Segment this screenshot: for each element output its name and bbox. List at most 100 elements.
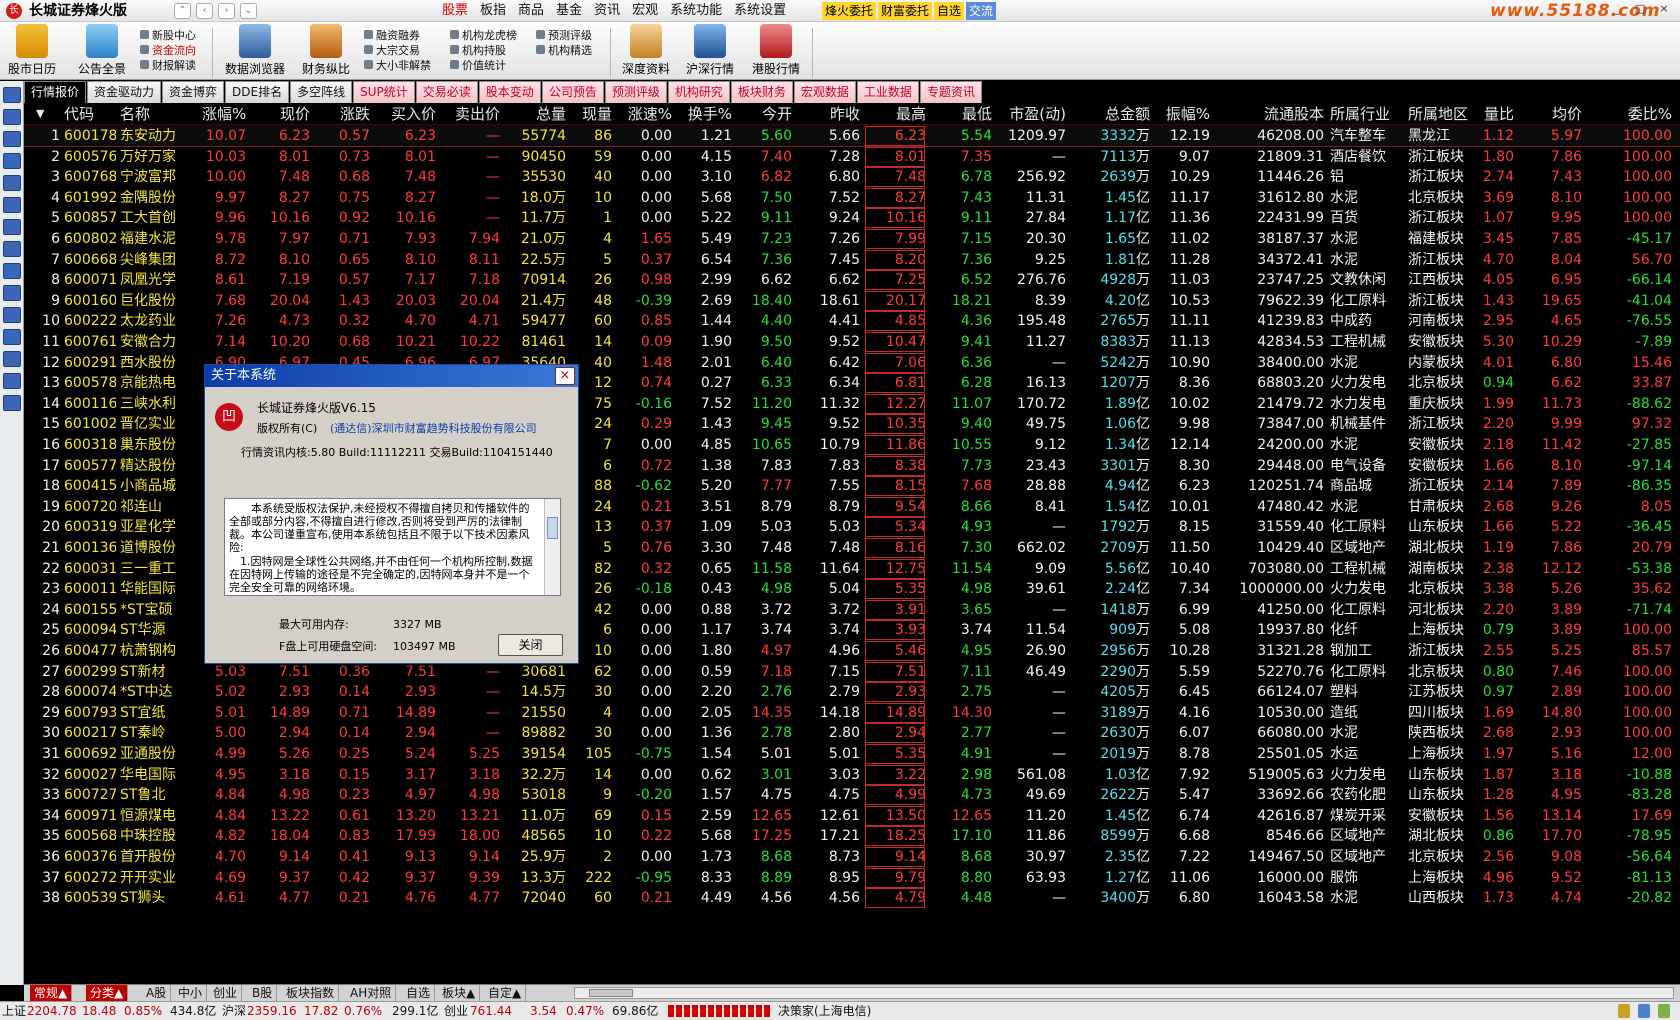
- nav-up-icon[interactable]: ⌃: [174, 3, 191, 19]
- table-row[interactable]: 37 600272 开开实业 4.69 9.37 0.42 9.37 9.39 13.3万 222…: [24, 867, 1680, 889]
- tab-item[interactable]: 工业数据: [856, 81, 919, 103]
- column-header[interactable]: 换手%: [676, 103, 732, 125]
- tool-financial-compare[interactable]: 财务纵比: [298, 24, 354, 77]
- tool-hk-quotes[interactable]: 港股行情: [748, 24, 804, 77]
- column-header[interactable]: 卖出价: [440, 103, 500, 125]
- sidebar-table-icon[interactable]: [3, 175, 21, 191]
- table-row[interactable]: 9 600160 巨化股份 7.68 20.04 1.43 20.03 20.04 21.4万 4…: [24, 290, 1680, 312]
- column-header[interactable]: 量比: [1474, 103, 1514, 125]
- table-row[interactable]: 10 600222 太龙药业 7.26 4.73 0.32 4.70 4.71 59477 60 0…: [24, 310, 1680, 332]
- sidebar-fz-icon[interactable]: [3, 263, 21, 279]
- column-header[interactable]: 总量: [504, 103, 566, 125]
- tool-stock-calendar[interactable]: 股市日历: [8, 24, 56, 77]
- menu-item[interactable]: 股票: [436, 0, 474, 22]
- table-row[interactable]: 11 600761 安徽合力 7.14 10.20 0.68 10.21 10.22 81461…: [24, 331, 1680, 353]
- tab-item[interactable]: 板块财务: [730, 81, 793, 103]
- sidebar-trend-icon[interactable]: [3, 131, 21, 147]
- column-header[interactable]: 所属行业: [1330, 103, 1394, 125]
- tab-item[interactable]: 股本变动: [478, 81, 541, 103]
- table-row[interactable]: 6 600802 福建水泥 9.78 7.97 0.71 7.93 7.94 21.0万 4 1.6…: [24, 228, 1680, 250]
- tab-item[interactable]: 公司预告: [541, 81, 604, 103]
- column-header[interactable]: 涨跌: [314, 103, 370, 125]
- bottom-tab[interactable]: 自选: [402, 985, 436, 1001]
- table-row[interactable]: 7 600668 尖峰集团 8.72 8.10 0.65 8.10 8.11 22.5万 5 0.3…: [24, 249, 1680, 271]
- menu-item[interactable]: 系统设置: [728, 0, 792, 22]
- tool-rating-forecast[interactable]: 预测评级: [536, 28, 592, 43]
- column-header[interactable]: 昨收: [796, 103, 860, 125]
- tool-data-browser[interactable]: 数据浏览器: [222, 24, 288, 77]
- tab-item[interactable]: 交易必读: [415, 81, 478, 103]
- table-row[interactable]: 36 600376 首开股份 4.70 9.14 0.41 9.13 9.14 25.9万 2 0.…: [24, 846, 1680, 868]
- bottom-tab[interactable]: B股: [248, 985, 278, 1001]
- dropdown-icon[interactable]: ⌄: [240, 3, 257, 19]
- menu-item[interactable]: 系统功能: [664, 0, 728, 22]
- bottom-tab[interactable]: AH对照: [346, 985, 397, 1001]
- table-row[interactable]: 5 600857 工大首创 9.96 10.16 0.92 10.16 — 11.7万 1 0.00…: [24, 207, 1680, 229]
- sidebar-login-icon[interactable]: [3, 395, 21, 411]
- bottom-tab[interactable]: A股: [142, 985, 172, 1001]
- tab-item[interactable]: 机构研究: [667, 81, 730, 103]
- quick-button[interactable]: 自选: [934, 2, 965, 20]
- sidebar-formula-icon[interactable]: [3, 285, 21, 301]
- sidebar-calendar-icon[interactable]: [3, 241, 21, 257]
- column-header[interactable]: 振幅%: [1154, 103, 1210, 125]
- sidebar-folder-icon[interactable]: [3, 307, 21, 323]
- table-row[interactable]: 8 600071 凤凰光学 8.61 7.19 0.57 7.17 7.18 70914 26 0.…: [24, 269, 1680, 291]
- sidebar-dice-icon[interactable]: [3, 351, 21, 367]
- sidebar-list-icon[interactable]: [3, 109, 21, 125]
- tab-item[interactable]: SUP统计: [353, 81, 415, 103]
- column-header[interactable]: 涨幅%: [202, 103, 246, 125]
- column-header[interactable]: 委比%: [1584, 103, 1672, 125]
- table-row[interactable]: 33 600727 ST鲁北 4.84 4.98 0.23 4.97 4.98 53018 9 -0…: [24, 784, 1680, 806]
- bottom-tab[interactable]: 分类▲: [86, 985, 129, 1001]
- table-row[interactable]: 1 600178 东安动力 10.07 6.23 0.57 6.23 — 55774 86 0.00…: [24, 125, 1680, 147]
- dialog-close-icon[interactable]: ×: [555, 367, 575, 385]
- bottom-tab[interactable]: 创业: [209, 985, 243, 1001]
- tool-value-stats[interactable]: 价值统计: [450, 58, 506, 73]
- tab-item[interactable]: DDE排名: [225, 81, 290, 103]
- back-icon[interactable]: ‹: [196, 3, 213, 19]
- tab-item[interactable]: 行情报价: [24, 81, 87, 103]
- table-row[interactable]: 38 600539 ST狮头 4.61 4.77 0.21 4.76 4.77 72040 60 0…: [24, 887, 1680, 909]
- lock-icon[interactable]: [1618, 1004, 1630, 1018]
- menu-item[interactable]: 基金: [550, 0, 588, 22]
- sort-dropdown-icon[interactable]: ▼: [36, 103, 52, 125]
- column-header[interactable]: 今开: [736, 103, 792, 125]
- column-header[interactable]: 均价: [1516, 103, 1582, 125]
- bottom-tab[interactable]: 自定▲: [484, 985, 527, 1001]
- table-row[interactable]: 28 600074 *ST中达 5.02 2.93 0.14 2.93 — 14.5万 30 0.0…: [24, 681, 1680, 703]
- tool-institution-list[interactable]: 机构龙虎榜: [450, 28, 517, 43]
- tool-fund-flow[interactable]: 资金流向: [140, 43, 196, 58]
- tool-new-stock[interactable]: 新股中心: [140, 28, 196, 43]
- license-scrollbar[interactable]: [544, 499, 560, 595]
- horizontal-scrollbar[interactable]: [574, 987, 1674, 999]
- column-header[interactable]: 涨速%: [616, 103, 672, 125]
- close-icon[interactable]: ×: [1654, 2, 1674, 16]
- forward-icon[interactable]: ›: [218, 3, 235, 19]
- tab-item[interactable]: 多空阵线: [290, 81, 353, 103]
- close-button[interactable]: 关闭: [498, 634, 563, 656]
- table-row[interactable]: 2 600576 万好万家 10.03 8.01 0.73 8.01 — 90450 59 0.00…: [24, 146, 1680, 168]
- server-name[interactable]: 决策家(上海电信): [778, 1002, 871, 1020]
- tool-margin-trading[interactable]: 融资融券: [364, 28, 420, 43]
- scrollbar-thumb[interactable]: [589, 989, 633, 997]
- column-header[interactable]: 代码: [64, 103, 116, 125]
- minimize-icon[interactable]: _: [1606, 2, 1626, 16]
- tab-item[interactable]: 预测评级: [604, 81, 667, 103]
- table-row[interactable]: 29 600793 ST宜纸 5.01 14.89 0.71 14.89 — 21550 4 0.0…: [24, 702, 1680, 724]
- maximize-icon[interactable]: □: [1630, 2, 1650, 16]
- menu-item[interactable]: 资讯: [588, 0, 626, 22]
- column-header[interactable]: 现量: [570, 103, 612, 125]
- table-row[interactable]: 3 600768 宁波富邦 10.00 7.48 0.68 7.48 — 35530 40 0.00…: [24, 166, 1680, 188]
- network-icon[interactable]: [1638, 1004, 1650, 1018]
- table-row[interactable]: 31 600692 亚通股份 4.99 5.26 0.25 5.24 5.25 39154 105…: [24, 743, 1680, 765]
- table-row[interactable]: 4 601992 金隅股份 9.97 8.27 0.75 8.27—18.0万 10 0.00 5…: [24, 187, 1680, 209]
- column-header[interactable]: 名称: [120, 103, 204, 125]
- column-header[interactable]: 买入价: [374, 103, 436, 125]
- license-textarea[interactable]: 本系统受版权法保护,未经授权不得擅自拷贝和传播软件的全部或部分内容,不得擅自进行…: [224, 498, 561, 596]
- tab-item[interactable]: 资金驱动力: [87, 81, 162, 103]
- tool-announcement[interactable]: 公告全景: [74, 24, 130, 77]
- tab-item[interactable]: 宏观数据: [793, 81, 856, 103]
- bottom-tab[interactable]: 板块指数: [282, 985, 340, 1001]
- menu-item[interactable]: 商品: [512, 0, 550, 22]
